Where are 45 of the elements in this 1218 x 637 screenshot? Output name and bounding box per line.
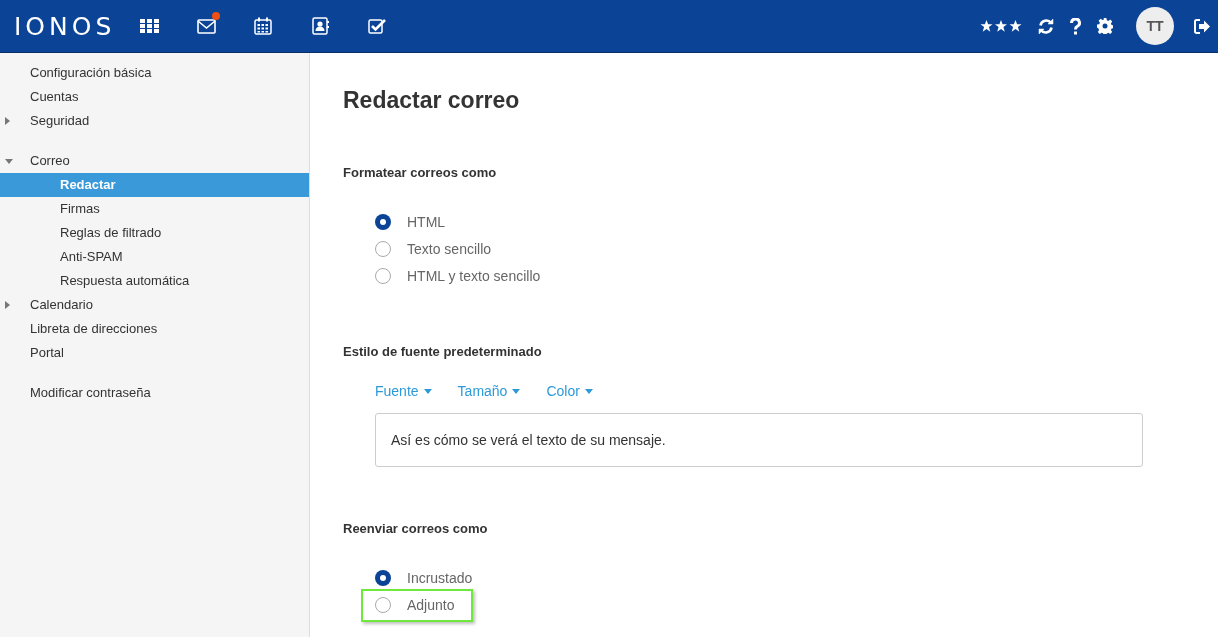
radio-button[interactable] xyxy=(375,241,391,257)
radio-button[interactable] xyxy=(375,597,391,613)
checkbox-icon xyxy=(368,18,387,34)
refresh-icon xyxy=(1038,17,1054,35)
avatar-button[interactable]: TT xyxy=(1136,7,1174,45)
font-preview-box: Así es cómo se verá el texto de su mensaje. xyxy=(375,413,1143,467)
option-label: HTML xyxy=(407,212,446,232)
sidebar-item[interactable]: Portal xyxy=(0,341,309,365)
caret-right-icon[interactable] xyxy=(5,117,10,125)
option-label: Texto sencillo xyxy=(407,239,492,259)
caret-down-icon[interactable] xyxy=(5,159,13,164)
help-icon xyxy=(1070,17,1081,35)
caret-right-icon[interactable] xyxy=(5,301,10,309)
sidebar-item[interactable]: Anti-SPAM xyxy=(0,245,309,269)
grid-icon xyxy=(139,19,159,33)
sidebar-item[interactable]: Calendario xyxy=(0,293,309,317)
sidebar-item[interactable]: Reglas de filtrado xyxy=(0,221,309,245)
logout-icon xyxy=(1194,18,1210,34)
mail-icon xyxy=(196,18,216,34)
calendar-icon xyxy=(254,17,273,35)
sidebar-item[interactable]: Libreta de direcciones xyxy=(0,317,309,341)
sidebar-item[interactable]: Correo xyxy=(0,149,309,173)
radio-button[interactable] xyxy=(375,268,391,284)
sidebar-item[interactable]: Firmas xyxy=(0,197,309,221)
sidebar-item[interactable]: Seguridad xyxy=(0,109,309,133)
caret-icon xyxy=(512,389,521,394)
stars-icon xyxy=(980,19,1022,33)
radio-button[interactable] xyxy=(375,214,391,230)
caret-icon xyxy=(423,389,432,394)
address-book-icon xyxy=(311,17,329,35)
section-heading: Formatear correos como xyxy=(343,164,498,182)
option-label: Adjunto xyxy=(407,595,455,615)
sidebar-item[interactable]: Respuesta automática xyxy=(0,269,309,293)
caret-icon xyxy=(584,389,593,394)
section-heading: Reenviar correos como xyxy=(343,520,489,538)
sidebar-item[interactable]: Cuentas xyxy=(0,85,309,109)
page-title: Redactar correo xyxy=(343,89,521,112)
option-label: Incrustado xyxy=(407,568,473,588)
sidebar-item[interactable]: Modificar contraseña xyxy=(0,381,309,405)
radio-button[interactable] xyxy=(375,570,391,586)
section-heading: Estilo de fuente predeterminado xyxy=(343,342,543,361)
option-label: HTML y texto sencillo xyxy=(407,266,541,286)
sidebar-item[interactable]: Configuración básica xyxy=(0,61,309,85)
brand-logo: IONOS xyxy=(14,13,116,39)
settings-icon xyxy=(1097,18,1113,34)
